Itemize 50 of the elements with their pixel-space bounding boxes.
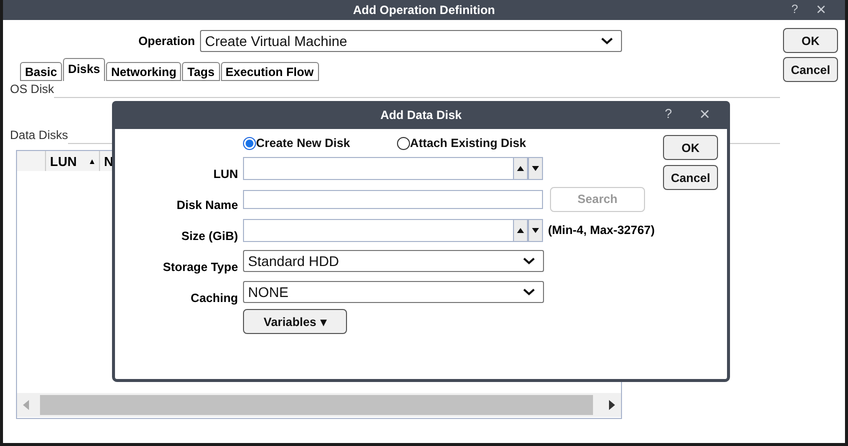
scroll-right-icon[interactable] xyxy=(609,400,615,410)
triangle-down-icon xyxy=(532,228,539,232)
tab[interactable]: Execution Flow xyxy=(220,62,319,81)
field-label: Caching xyxy=(190,290,239,305)
dropdown[interactable]: Standard HDD xyxy=(243,250,544,272)
number-field[interactable] xyxy=(243,218,513,242)
triangle-down-icon xyxy=(532,166,539,170)
radio-circle[interactable] xyxy=(243,136,256,150)
window-title: Add Operation Definition xyxy=(353,3,495,17)
field-label: Operation xyxy=(137,34,196,48)
close-button[interactable]: × xyxy=(816,0,826,20)
dropdown[interactable]: Create Virtual Machine xyxy=(200,30,622,52)
spin-down-button[interactable] xyxy=(528,218,543,242)
field-label: Storage Type xyxy=(162,259,239,274)
sort-mark: ▲ xyxy=(88,156,96,166)
field-label: Disk Name xyxy=(176,197,239,212)
column-header[interactable]: LUN ▲ xyxy=(46,151,100,171)
spin-down-button[interactable] xyxy=(528,156,543,180)
ok-button[interactable]: OK xyxy=(783,28,838,53)
chevron-down-icon xyxy=(601,37,613,45)
field-label: Size (GiB) xyxy=(180,228,239,243)
spin-up-button[interactable] xyxy=(513,218,528,242)
triangle-up-icon xyxy=(517,166,524,170)
dialog-title: Add Data Disk xyxy=(380,108,462,122)
close-button[interactable]: × xyxy=(699,104,710,125)
field-label: LUN xyxy=(212,166,239,181)
dropdown[interactable]: NONE xyxy=(243,281,544,303)
help-button[interactable]: ? xyxy=(664,106,672,121)
tab[interactable]: Networking xyxy=(106,62,182,81)
radio-button[interactable]: Create New Disk xyxy=(243,136,350,150)
chevron-down-icon xyxy=(523,288,535,296)
horizontal-scrollbar[interactable] xyxy=(17,393,621,417)
cancel-button[interactable]: Cancel xyxy=(783,57,838,82)
section-label: Data Disks xyxy=(10,128,68,142)
spin-up-button[interactable] xyxy=(513,156,528,180)
radio-circle[interactable] xyxy=(397,136,410,150)
range-note: (Min-4, Max-32767) xyxy=(548,223,655,237)
chevron-down-icon xyxy=(523,257,535,265)
help-button[interactable]: ? xyxy=(791,2,798,16)
radio-button[interactable]: Attach Existing Disk xyxy=(397,136,526,150)
variables-button[interactable]: Variables ▾ xyxy=(243,309,347,334)
tab[interactable]: Disks xyxy=(63,58,106,81)
text-field[interactable] xyxy=(243,190,543,208)
tab[interactable]: Basic xyxy=(20,62,62,81)
triangle-up-icon xyxy=(517,228,524,232)
section-label: OS Disk xyxy=(10,82,54,96)
cancel-button[interactable]: Cancel xyxy=(663,165,718,190)
tab[interactable]: Tags xyxy=(182,62,220,81)
ok-button[interactable]: OK xyxy=(663,135,718,160)
number-field[interactable] xyxy=(243,156,513,180)
